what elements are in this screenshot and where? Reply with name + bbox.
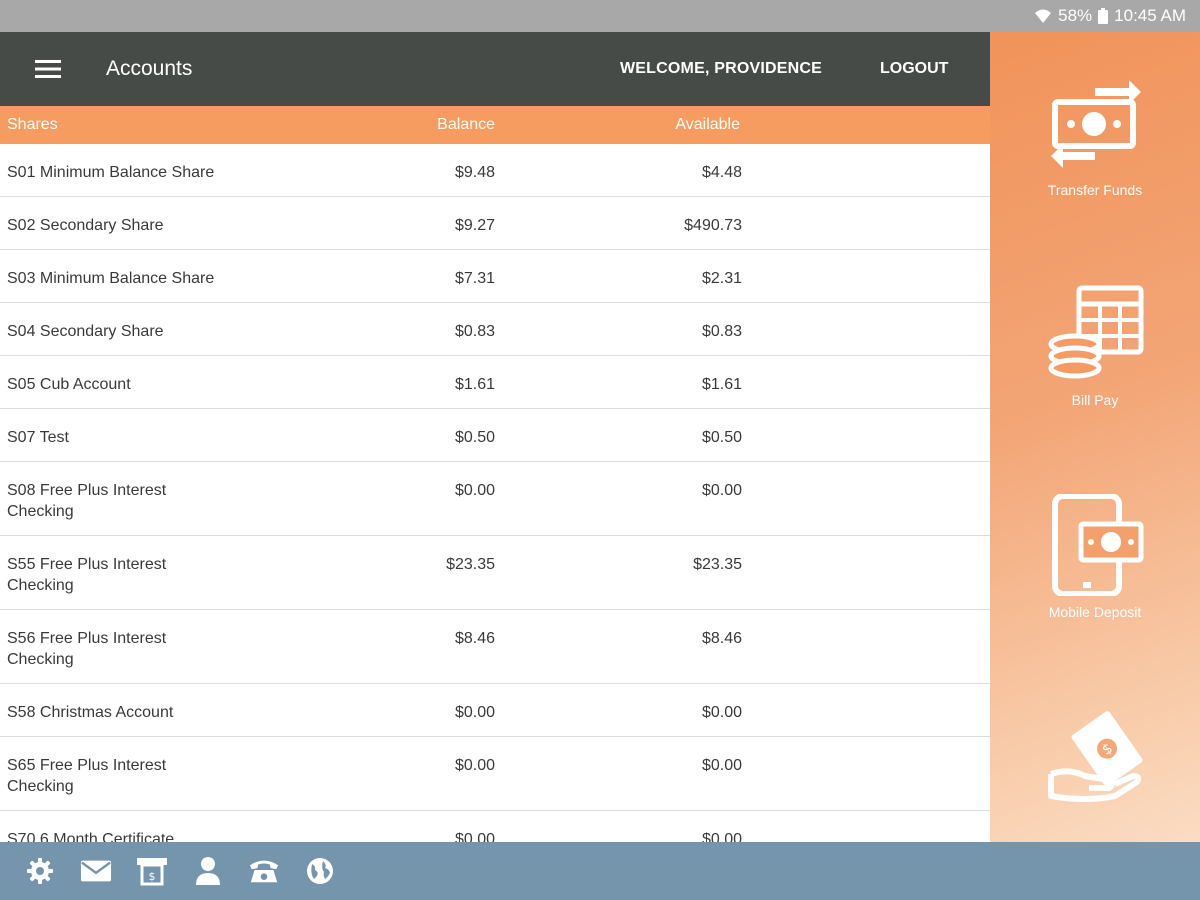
table-row[interactable]: S05 Cub Account $1.61 $1.61: [0, 356, 990, 409]
account-name: S03 Minimum Balance Share: [7, 270, 215, 287]
account-balance: $23.35: [446, 556, 495, 573]
account-balance: $0.00: [454, 831, 495, 842]
table-row[interactable]: S04 Secondary Share $0.83 $0.83: [0, 303, 990, 356]
column-header-balance: Balance: [437, 116, 495, 133]
mobile-deposit-button[interactable]: Mobile Deposit: [990, 494, 1200, 620]
globe-icon: [307, 858, 333, 884]
logout-button[interactable]: LOGOUT: [880, 32, 948, 106]
gear-icon: [27, 858, 53, 884]
account-balance: $0.00: [454, 482, 495, 499]
account-balance: $0.00: [454, 757, 495, 774]
account-balance: $0.50: [454, 429, 495, 446]
battery-percent: 58%: [1058, 6, 1093, 25]
svg-text:$: $: [149, 870, 156, 883]
table-row[interactable]: S08 Free Plus Interest Checking $0.00 $0.0…: [0, 462, 990, 536]
mobile-deposit-icon: [1052, 494, 1144, 596]
transfer-funds-icon: [1051, 80, 1141, 168]
welcome-message: WELCOME, PROVIDENCE: [620, 60, 823, 77]
transfer-funds-label: Transfer Funds: [1047, 182, 1143, 198]
account-balance: $8.46: [454, 630, 495, 647]
bill-pay-icon: [1048, 285, 1144, 379]
account-name: S58 Christmas Account: [7, 704, 174, 721]
account-balance: $7.31: [454, 270, 495, 287]
atm-locator-button[interactable]: $: [136, 855, 168, 887]
account-name: S04 Secondary Share: [7, 323, 164, 340]
account-balance: $0.83: [454, 323, 495, 340]
status-bar: 58% 10:45 AM: [0, 0, 1200, 32]
table-row[interactable]: S03 Minimum Balance Share $7.31 $2.31: [0, 250, 990, 303]
hand-money-icon: $: [1048, 711, 1143, 802]
account-name: S08 Free Plus Interest Checking: [7, 482, 167, 520]
account-name: S55 Free Plus Interest Checking: [7, 556, 167, 594]
hamburger-icon: [35, 60, 61, 78]
table-row[interactable]: S02 Secondary Share $9.27 $490.73: [0, 197, 990, 250]
table-row[interactable]: S01 Minimum Balance Share $9.48 $4.48: [0, 144, 990, 197]
user-icon: [196, 857, 220, 885]
phone-icon: [249, 860, 279, 883]
account-available: $0.83: [701, 323, 742, 340]
website-button[interactable]: [304, 855, 336, 887]
account-name: S07 Test: [7, 429, 69, 446]
account-balance: $9.48: [454, 164, 495, 181]
bill-pay-button[interactable]: Bill Pay: [990, 284, 1200, 408]
account-name: S02 Secondary Share: [7, 217, 164, 234]
menu-button[interactable]: [18, 32, 78, 106]
account-available: $0.50: [701, 429, 742, 446]
profile-button[interactable]: [192, 855, 224, 887]
account-available: $0.00: [701, 831, 742, 842]
account-available: $8.46: [701, 630, 742, 647]
payment-button[interactable]: $: [990, 704, 1200, 808]
contact-button[interactable]: [248, 855, 280, 887]
account-name: S56 Free Plus Interest Checking: [7, 630, 167, 668]
column-header-available: Available: [675, 116, 740, 133]
table-row[interactable]: S65 Free Plus Interest Checking $0.00 $0.0…: [0, 737, 990, 811]
table-row[interactable]: S58 Christmas Account $0.00 $0.00: [0, 684, 990, 737]
transfer-funds-button[interactable]: Transfer Funds: [990, 74, 1200, 198]
table-row[interactable]: S07 Test $0.50 $0.50: [0, 409, 990, 462]
account-balance: $9.27: [454, 217, 495, 234]
bill-pay-label: Bill Pay: [1071, 392, 1119, 408]
account-available: $23.35: [693, 556, 742, 573]
account-balance: $0.00: [454, 704, 495, 721]
account-available: $0.00: [701, 757, 742, 774]
bottom-toolbar: $: [0, 842, 1200, 900]
app-header: Accounts WELCOME, PROVIDENCE LOGOUT: [0, 32, 990, 106]
accounts-table-header: Shares Balance Available: [0, 106, 990, 144]
account-name: S05 Cub Account: [7, 376, 131, 393]
account-balance: $1.61: [454, 376, 495, 393]
quick-actions-panel: Transfer Funds Bill Pay Mobile Deposit $: [990, 32, 1200, 842]
accounts-table: S01 Minimum Balance Share $9.48 $4.48 S02 S…: [0, 144, 990, 842]
account-available: $0.00: [701, 704, 742, 721]
column-header-shares: Shares: [7, 116, 58, 133]
account-available: $0.00: [701, 482, 742, 499]
messages-button[interactable]: [80, 855, 112, 887]
table-row[interactable]: S56 Free Plus Interest Checking $8.46 $8.4…: [0, 610, 990, 684]
account-available: $490.73: [684, 217, 742, 234]
account-available: $4.48: [701, 164, 742, 181]
mail-icon: [80, 860, 112, 882]
account-available: $1.61: [701, 376, 742, 393]
mobile-deposit-label: Mobile Deposit: [1048, 604, 1142, 620]
clock: 10:45 AM: [1114, 6, 1186, 25]
wifi-icon: [1035, 9, 1052, 23]
atm-icon: $: [137, 858, 167, 886]
table-row[interactable]: S55 Free Plus Interest Checking $23.35 $23…: [0, 536, 990, 610]
account-name: S01 Minimum Balance Share: [7, 164, 215, 181]
page-title: Accounts: [106, 57, 193, 80]
account-name: S70 6 Month Certificate: [7, 831, 175, 842]
settings-button[interactable]: [24, 855, 56, 887]
account-name: S65 Free Plus Interest Checking: [7, 757, 167, 795]
account-available: $2.31: [701, 270, 742, 287]
battery-icon: [1098, 8, 1109, 24]
table-row[interactable]: S70 6 Month Certificate $0.00 $0.00: [0, 811, 990, 842]
